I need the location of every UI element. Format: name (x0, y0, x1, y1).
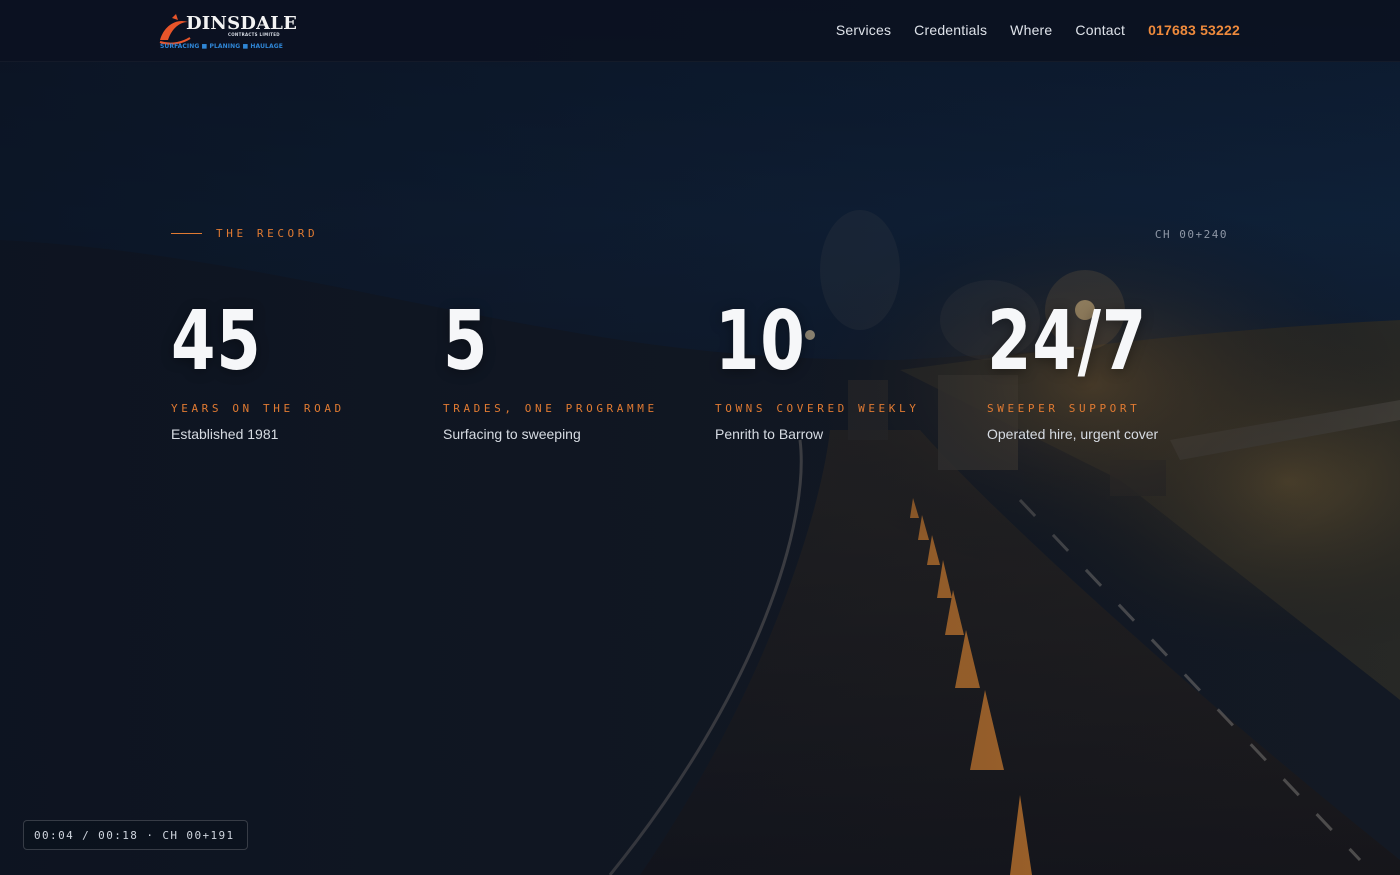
nav-services[interactable]: Services (836, 22, 891, 38)
section-label: THE RECORD (216, 227, 319, 240)
phone-link[interactable]: 017683 53222 (1148, 22, 1240, 38)
stat-caption: Operated hire, urgent cover (987, 426, 1159, 442)
main-nav: Services Credentials Where Contact 01768… (836, 22, 1240, 38)
brand-name: DINSDALE (186, 13, 298, 34)
section-eyebrow: THE RECORD (171, 227, 318, 240)
nav-credentials[interactable]: Credentials (914, 22, 987, 38)
chainage-marker: CH 00+240 (1154, 228, 1228, 241)
stat-caption: Penrith to Barrow (715, 426, 824, 442)
stat-label: YEARS ON THE ROAD (171, 402, 345, 415)
stat-trades: 5 TRADES, ONE PROGRAMME Surfacing to swe… (443, 294, 658, 443)
stat-value: 24/7 (987, 294, 1147, 389)
stat-caption: Established 1981 (171, 426, 279, 442)
stat-value: 5 (443, 294, 489, 389)
eyebrow-rule (171, 233, 202, 234)
brand-tagline: SURFACING ■ PLANING ■ HAULAGE (160, 43, 283, 50)
stat-sweeper: 24/7 SWEEPER SUPPORT Operated hire, urge… (987, 294, 1192, 443)
site-header: DINSDALE CONTRACTS LIMITED SURFACING ■ P… (0, 0, 1400, 62)
brand-logo[interactable]: DINSDALE CONTRACTS LIMITED SURFACING ■ P… (158, 10, 297, 54)
stat-label: TRADES, ONE PROGRAMME (443, 402, 658, 415)
stat-value: 45 (171, 294, 262, 389)
stat-towns: 10 TOWNS COVERED WEEKLY Penrith to Barro… (715, 294, 920, 443)
stat-caption: Surfacing to sweeping (443, 426, 581, 442)
nav-where[interactable]: Where (1010, 22, 1052, 38)
stat-label: SWEEPER SUPPORT (987, 402, 1141, 415)
video-timecode: 00:04 / 00:18 · CH 00+191 (23, 820, 248, 850)
stat-years: 45 YEARS ON THE ROAD Established 1981 (171, 294, 345, 443)
stat-label: TOWNS COVERED WEEKLY (715, 402, 920, 415)
brand-subtitle: CONTRACTS LIMITED (228, 32, 280, 37)
stat-value: 10 (715, 294, 806, 389)
nav-contact[interactable]: Contact (1075, 22, 1125, 38)
